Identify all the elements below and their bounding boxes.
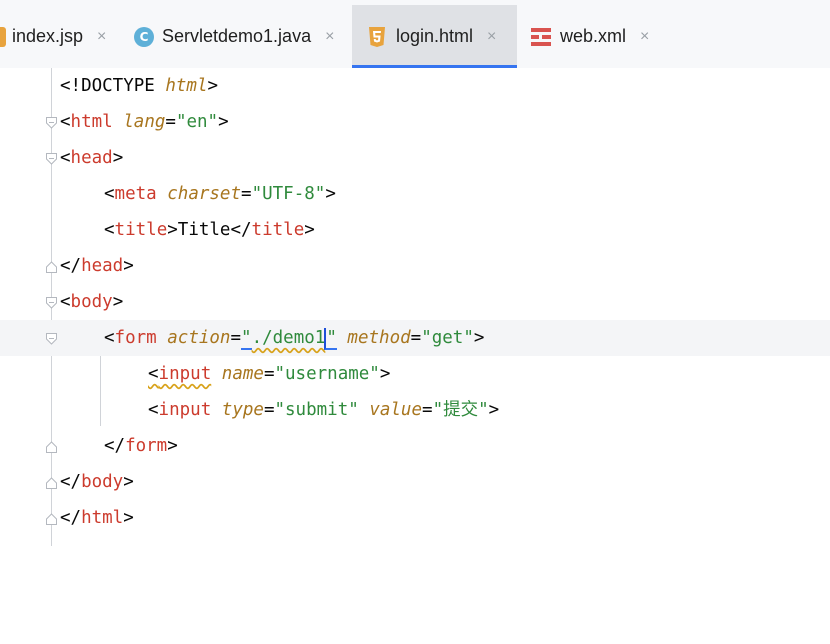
fold-open-icon[interactable] [45,332,58,346]
attribute-name: value [369,400,423,420]
code-line[interactable]: <meta charset="UTF-8"> [0,176,830,212]
close-icon[interactable]: × [640,28,649,46]
tag-name: html [81,508,124,528]
doctype-close: > [207,76,219,96]
matched-quote: " [241,328,252,350]
current-code-line[interactable]: <form action="./demo1" method="get"> [0,320,830,356]
fold-close-icon[interactable] [45,512,58,526]
tab-login-html[interactable]: login.html × [352,5,517,68]
tag-name: body [81,472,124,492]
attribute-value: "username" [274,364,380,384]
tab-label: index.jsp [12,26,84,46]
tag-name: input [158,364,212,384]
attribute-name: lang [123,112,166,132]
code-line[interactable]: <input type="submit" value="提交"> [0,392,830,428]
tag-name: html [70,112,113,132]
warning-span: <input [148,364,212,384]
editor-tab-bar: index.jsp × C Servletdemo1.java × login.… [0,0,830,68]
attribute-value: "get" [421,328,474,348]
java-class-icon: C [134,26,154,47]
code-line[interactable]: <body> [0,284,830,320]
attribute-name: action [167,328,231,348]
tag-name: form [114,328,157,348]
attribute-value: "提交" [432,400,489,420]
close-icon[interactable]: × [325,28,334,46]
tab-label: login.html [396,26,474,46]
tab-label: Servletdemo1.java [162,26,312,46]
code-line[interactable]: <title>Title</title> [0,212,830,248]
text-caret: " [324,328,337,350]
attribute-name: type [221,400,264,420]
attribute-value: "en" [175,112,219,132]
close-icon[interactable]: × [97,28,106,46]
code-line[interactable]: <head> [0,140,830,176]
close-icon[interactable]: × [487,28,496,46]
code-line[interactable]: <html lang="en"> [0,104,830,140]
text-content: Title [177,220,231,240]
tag-name: head [81,256,124,276]
tag-name: title [251,220,305,240]
attribute-name: charset [167,184,242,204]
code-line[interactable]: </form> [0,428,830,464]
tab-label: web.xml [560,26,627,46]
tag-name: input [158,400,212,420]
tag-name: meta [114,184,157,204]
code-editor[interactable]: <!DOCTYPE html> <html lang="en"> <head> … [0,68,830,546]
attribute-value: "UTF-8" [251,184,326,204]
tag-name: form [125,436,168,456]
html5-file-icon [366,26,388,48]
doctype-keyword: html [165,76,208,96]
tag-name: body [70,292,113,312]
attribute-value: ./demo1 [251,328,326,348]
code-line[interactable]: <input name="username"> [0,356,830,392]
tab-web-xml[interactable]: web.xml × [530,5,660,68]
fold-open-icon[interactable] [45,152,58,166]
fold-open-icon[interactable] [45,116,58,130]
doctype-open: <!DOCTYPE [60,76,166,96]
tag-name: head [70,148,113,168]
tab-servletdemo1-java[interactable]: C Servletdemo1.java × [134,5,344,68]
jsp-file-icon [0,26,6,47]
code-line[interactable]: </head> [0,248,830,284]
code-line[interactable]: </html> [0,500,830,536]
fold-open-icon[interactable] [45,296,58,310]
tab-index-jsp[interactable]: index.jsp × [0,5,120,68]
code-line[interactable]: </body> [0,464,830,500]
xml-file-icon [530,26,552,48]
fold-close-icon[interactable] [45,260,58,274]
attribute-value: "submit" [274,400,359,420]
fold-close-icon[interactable] [45,476,58,490]
fold-close-icon[interactable] [45,440,58,454]
tag-name: title [114,220,168,240]
attribute-name: name [221,364,264,384]
code-line[interactable]: <!DOCTYPE html> [0,68,830,104]
attribute-name: method [347,328,411,348]
